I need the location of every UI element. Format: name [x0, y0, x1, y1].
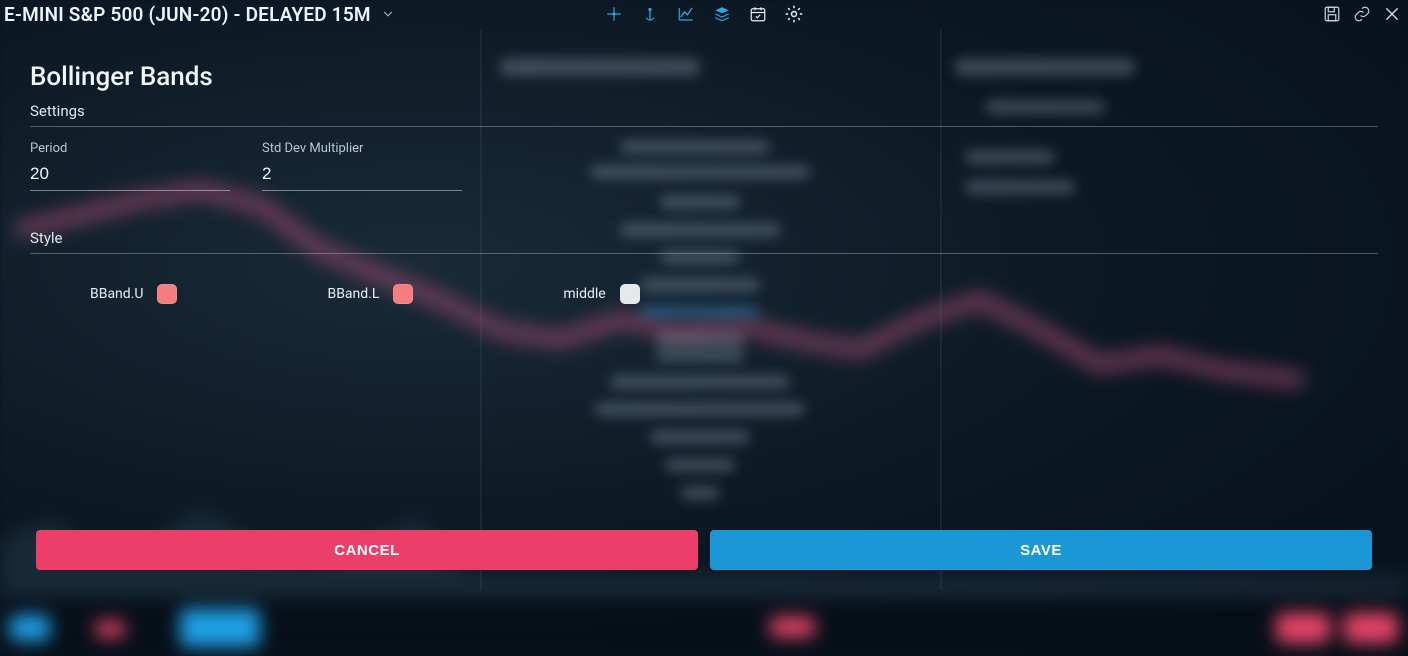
crosshair-icon[interactable] [604, 4, 624, 24]
divider [30, 253, 1378, 254]
toolbar-right [1322, 4, 1402, 24]
settings-gear-icon[interactable] [784, 4, 804, 24]
bband-middle-color-swatch[interactable] [620, 284, 640, 304]
bband-upper-label: BBand.U [90, 286, 143, 302]
cancel-button[interactable]: CANCEL [36, 530, 698, 570]
close-icon[interactable] [1382, 4, 1402, 24]
period-label: Period [30, 141, 230, 156]
save-button[interactable]: SAVE [710, 530, 1372, 570]
layers-icon[interactable] [712, 4, 732, 24]
line-chart-icon[interactable] [676, 4, 696, 24]
settings-section-label: Settings [30, 102, 1378, 120]
modal-title: Bollinger Bands [30, 62, 1378, 92]
bband-middle-style: middle [563, 284, 639, 304]
period-field: Period [30, 141, 230, 191]
title-chevron-down-icon[interactable] [381, 7, 395, 21]
bband-upper-color-swatch[interactable] [157, 284, 177, 304]
period-input[interactable] [30, 162, 230, 191]
std-dev-label: Std Dev Multiplier [262, 141, 462, 156]
style-section-label: Style [30, 229, 1378, 247]
toolbar-center [604, 4, 804, 24]
top-bar: E-MINI S&P 500 (JUN-20) - DELAYED 15M [0, 0, 1408, 28]
calendar-icon[interactable] [748, 4, 768, 24]
bband-lower-color-swatch[interactable] [393, 284, 413, 304]
divider [30, 126, 1378, 127]
instrument-title: E-MINI S&P 500 (JUN-20) - DELAYED 15M [4, 3, 371, 26]
modal-actions: CANCEL SAVE [36, 530, 1372, 570]
std-dev-input[interactable] [262, 162, 462, 191]
background-footer [0, 601, 1408, 656]
std-dev-field: Std Dev Multiplier [262, 141, 462, 191]
indicator-settings-panel: Bollinger Bands Settings Period Std Dev … [30, 62, 1378, 304]
layout-save-icon[interactable] [1322, 4, 1342, 24]
link-icon[interactable] [1352, 4, 1372, 24]
anchor-marker-icon[interactable] [640, 4, 660, 24]
bband-lower-style: BBand.L [327, 284, 413, 304]
bband-middle-label: middle [563, 286, 605, 302]
bband-lower-label: BBand.L [327, 286, 379, 302]
bband-upper-style: BBand.U [90, 284, 177, 304]
